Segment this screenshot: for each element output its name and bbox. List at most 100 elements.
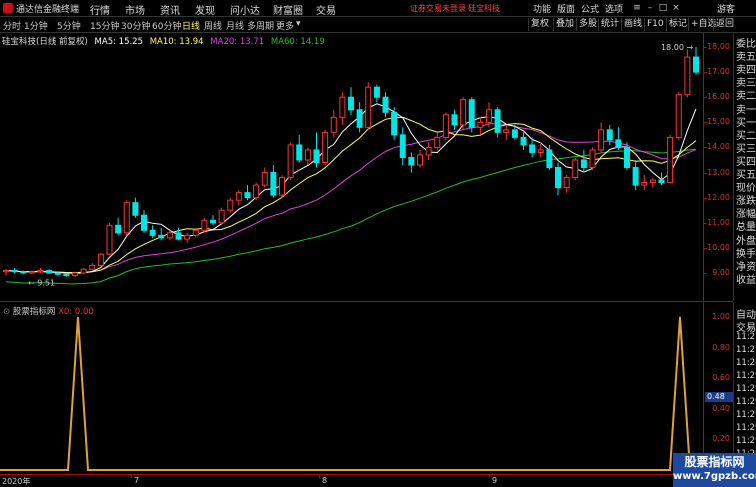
close-icon[interactable]: × [671,3,681,13]
trade-tick-item: 11:29 [736,384,756,394]
period-weekly[interactable]: 周线 [204,19,222,32]
menu-formula[interactable]: 公式 [581,2,599,15]
candle-body [408,156,415,166]
indicator-tick-label: 1.00 [712,312,730,321]
candle-body [693,56,699,73]
candle-body [555,167,561,189]
period-monthly[interactable]: 月线 [226,19,244,32]
period-timeshare[interactable]: 分时 [3,19,21,32]
btn-overlay[interactable]: 叠加 [553,18,574,31]
btn-back[interactable]: 返回 [713,18,734,31]
date-tick [131,475,132,478]
candle-body [89,264,96,270]
indicator-icon: ⊙ [3,307,11,317]
indicator-line [0,316,703,471]
candle-body [382,96,389,113]
app-logo-icon [3,3,13,13]
price-tick-label: 16.00 [707,92,730,102]
candle-body [63,273,70,277]
menu-wealth[interactable]: 财富圈 [273,2,303,17]
candle-body [624,146,630,169]
menu-functions[interactable]: 功能 [533,2,551,15]
date-year: 2020年 [2,477,31,486]
period-1min[interactable]: 1分钟 [24,19,48,32]
app-name: 通达信金融终端 [16,5,80,15]
candle-body [270,172,277,196]
period-multi[interactable]: 多周期 [247,19,274,32]
candle-body [166,232,173,239]
candle-body [235,192,242,201]
price-tick-label: 13.00 [707,167,730,177]
chevron-down-icon[interactable]: ▾ [296,19,301,29]
candle-body [46,269,53,274]
candle-body [589,149,596,169]
ma5-value: MA5: 15.25 [94,37,144,47]
btn-mark[interactable]: 标记 [666,18,687,31]
candle-body [442,114,449,138]
date-axis: 2020年 7 8 9 [0,474,733,487]
login-notice[interactable]: 证券交易未登录 [410,3,466,14]
price-tick [704,222,707,224]
btn-draw[interactable]: 画线 [621,18,642,31]
btn-f10[interactable]: F10 [644,18,664,31]
watermark-url: www.7gpzb.com [673,471,756,482]
candle-body [210,219,216,224]
menu-layout[interactable]: 版面 [557,2,575,15]
menu-trade[interactable]: 交易 [316,2,336,17]
period-15min[interactable]: 15分钟 [90,19,119,32]
candle-body [330,116,337,133]
btn-stats[interactable]: 统计 [598,18,619,31]
menu-discover[interactable]: 发现 [195,2,215,17]
candle-body [511,129,518,138]
window-menu-icon[interactable]: ≡ [632,3,642,13]
date-tick [489,475,490,478]
candle-body [399,134,406,158]
period-60min[interactable]: 60分钟 [152,19,181,32]
guest-label[interactable]: 游客 [717,2,735,15]
price-tick [704,273,707,274]
menu-options[interactable]: 选项 [605,2,623,15]
period-daily[interactable]: 日线 [182,19,200,32]
price-tick-label: 14.00 [707,142,730,152]
ma20-value: MA20: 13.71 [210,37,265,47]
price-axis: 18.00 17.00 16.00 15.00 14.00 13.00 12.00 11.00… [703,33,733,301]
candle-body [434,136,441,148]
menu-market[interactable]: 市场 [125,2,145,17]
menu-market-quotes[interactable]: 行情 [90,2,110,17]
candle-body [141,214,147,231]
price-tick-label: 18.00 [707,42,730,51]
menu-news[interactable]: 资讯 [160,2,180,17]
candle-body [425,146,432,156]
period-30min[interactable]: 30分钟 [121,19,150,32]
trade-tick-item: 11:29 [736,436,756,446]
btn-adjust[interactable]: 复权 [528,18,549,31]
indicator-tick-label: 0.80 [712,342,730,352]
ma10-value: MA10: 13.94 [149,37,204,47]
candlestick-chart[interactable]: 18.00 → ← 9.51 [0,33,703,301]
maximize-icon[interactable]: □ [658,3,668,13]
menubar: 通达信金融终端 行情 市场 资讯 发现 问小达 财富圈 交易 证券交易未登录 硅… [0,0,756,17]
btn-multistock[interactable]: 多股 [576,18,597,31]
watermark-logo: 股票指标网 www.7gpzb.com [673,453,756,487]
trade-tick-item: 11:29 [736,423,756,433]
candle-body [537,149,544,153]
candle-body [598,129,605,151]
current-stock-name: 硅宝科技 [468,4,500,13]
candle-body [253,184,260,199]
candle-body [606,129,613,141]
period-5min[interactable]: 5分钟 [57,19,81,32]
period-more[interactable]: 更多 [276,19,294,32]
candle-body [54,272,61,275]
menu-ask[interactable]: 问小达 [230,2,260,17]
minimize-icon[interactable]: – [645,3,655,13]
candle-body [149,229,156,236]
indicator-chart[interactable] [0,302,703,474]
candle-body [80,268,87,274]
candle-body [684,56,691,96]
indicator-tick-label: 0.60 [712,373,730,383]
trade-tick-item: 11:29 [736,397,756,407]
indicator-title: 股票指标网 [12,307,56,317]
price-tick [704,172,707,174]
indicator-tick-label: 0.20 [712,434,730,444]
candle-body [546,149,553,169]
